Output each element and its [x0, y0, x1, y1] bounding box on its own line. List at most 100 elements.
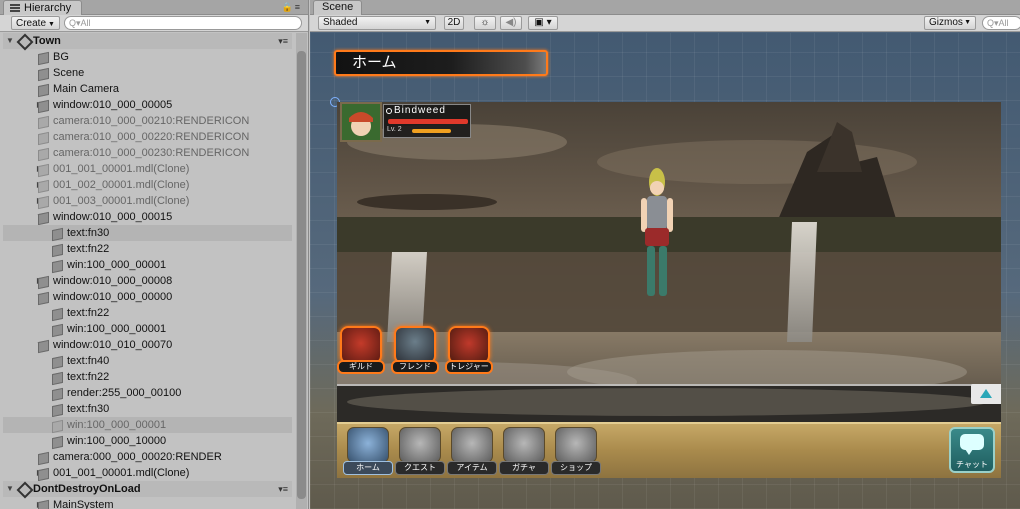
nav-gacha-button[interactable]: ガチャ — [499, 427, 551, 477]
friends-button-label: フレンド — [391, 360, 439, 374]
page-title: ホーム — [352, 54, 397, 71]
page-title-banner[interactable]: ホーム — [334, 50, 548, 76]
gameobject-cube-icon — [37, 52, 48, 63]
hierarchy-row[interactable]: ▼ window:010_010_00070 — [3, 337, 292, 353]
scene-menu-icon[interactable]: ▾≡ — [278, 481, 288, 497]
guild-button[interactable]: ギルド — [337, 326, 385, 376]
hierarchy-row[interactable]: ▶ window:010_000_00005 — [3, 97, 292, 113]
hierarchy-scrollbar[interactable] — [296, 33, 307, 509]
hierarchy-row[interactable]: win:100_000_00001 — [3, 257, 292, 273]
hierarchy-row-label: camera:010_000_00230:RENDERICON — [53, 147, 250, 159]
hierarchy-row-label: Town — [33, 35, 61, 47]
scrollbar-thumb[interactable] — [297, 51, 306, 499]
player-portrait-avatar[interactable] — [340, 102, 382, 142]
nav-home-button[interactable]: ホーム — [343, 427, 395, 477]
hierarchy-row[interactable]: camera:010_000_00210:RENDERICON — [3, 113, 292, 129]
scene-menu-icon[interactable]: ▾≡ — [278, 33, 288, 49]
gizmos-dropdown[interactable]: Gizmos ▼ — [924, 16, 976, 30]
gameobject-cube-icon — [51, 308, 62, 319]
toggle-2d-button[interactable]: 2D — [444, 16, 464, 30]
gameobject-cube-icon — [37, 148, 48, 159]
nav-item-button[interactable]: アイテム — [447, 427, 499, 477]
home-castle-icon — [347, 427, 389, 463]
hierarchy-row[interactable]: text:fn22 — [3, 369, 292, 385]
expand-up-button[interactable] — [971, 384, 1001, 404]
hierarchy-row[interactable]: text:fn30 — [3, 401, 292, 417]
hierarchy-scene-row[interactable]: ▼ Town ▾≡ — [3, 33, 292, 49]
unity-scene-icon — [17, 35, 29, 47]
gameobject-cube-icon — [51, 388, 62, 399]
hierarchy-row[interactable]: ▶ 001_001_00001.mdl(Clone) — [3, 465, 292, 481]
hierarchy-row-label: text:fn22 — [67, 371, 110, 383]
nav-quest-button[interactable]: クエスト — [395, 427, 447, 477]
hierarchy-row-label: 001_001_00001.mdl(Clone) — [53, 467, 190, 479]
lock-menu-icon[interactable]: 🔒≡ — [282, 2, 302, 13]
gameobject-cube-icon — [37, 68, 48, 79]
list-icon — [10, 4, 20, 12]
gameobject-cube-icon — [51, 436, 62, 447]
chat-button[interactable]: チャット — [949, 427, 995, 473]
nav-shop-button[interactable]: ショップ — [551, 427, 603, 477]
hierarchy-row-label: text:fn30 — [67, 227, 110, 239]
caret-down-icon: ▼ — [964, 19, 971, 26]
hierarchy-row[interactable]: win:100_000_00001 — [3, 417, 292, 433]
effects-dropdown[interactable]: ▣ ▾ — [528, 16, 558, 30]
player-status[interactable]: Bindweed Lv. 2 — [339, 102, 473, 142]
hierarchy-row[interactable]: text:fn30 — [3, 225, 292, 241]
hierarchy-row[interactable]: ▶ 001_001_00001.mdl(Clone) — [3, 161, 292, 177]
hierarchy-row[interactable]: Scene — [3, 65, 292, 81]
caret-down-icon: ▼ — [424, 19, 431, 26]
hierarchy-row[interactable]: ▶ window:010_000_00008 — [3, 273, 292, 289]
gameobject-cube-icon — [51, 260, 62, 271]
hierarchy-row-label: Scene — [53, 67, 85, 79]
hierarchy-row-label: 001_002_00001.mdl(Clone) — [53, 179, 190, 191]
hierarchy-row[interactable]: ▶ 001_003_00001.mdl(Clone) — [3, 193, 292, 209]
audio-toggle-button[interactable]: ◀) — [500, 16, 522, 30]
bottom-navigation-bar: ホーム クエスト アイテム ガチャ ショップ チャット — [337, 422, 1001, 478]
hierarchy-row-label: win:100_000_00001 — [67, 419, 167, 431]
hierarchy-row[interactable]: win:100_000_00001 — [3, 321, 292, 337]
hierarchy-row[interactable]: render:255_000_00100 — [3, 385, 292, 401]
shading-mode-label: Shaded — [323, 17, 358, 28]
hierarchy-row[interactable]: win:100_000_10000 — [3, 433, 292, 449]
scene-toolbar: Shaded ▼ 2D ☼ ◀) ▣ ▾ Gizmos ▼ Q▾All — [310, 15, 1020, 32]
friends-button[interactable]: フレンド — [391, 326, 439, 376]
hierarchy-tabbar: Hierarchy 🔒≡ — [0, 0, 308, 15]
hierarchy-scene-row[interactable]: ▼ DontDestroyOnLoad ▾≡ — [3, 481, 292, 497]
hierarchy-row-label: text:fn22 — [67, 307, 110, 319]
hierarchy-row-label: BG — [53, 51, 69, 63]
hierarchy-row[interactable]: ▼ window:010_000_00015 — [3, 209, 292, 225]
hierarchy-row[interactable]: text:fn40 — [3, 353, 292, 369]
scene-tab[interactable]: Scene — [313, 0, 363, 15]
hierarchy-row[interactable]: camera:010_000_00220:RENDERICON — [3, 129, 292, 145]
create-button[interactable]: Create ▼ — [11, 16, 60, 30]
hierarchy-row[interactable]: ▶ 001_002_00001.mdl(Clone) — [3, 177, 292, 193]
image-icon: ▣ ▾ — [534, 17, 552, 28]
hierarchy-row-label: 001_001_00001.mdl(Clone) — [53, 163, 190, 175]
expand-arrow-icon[interactable]: ▼ — [5, 33, 15, 49]
search-placeholder: All — [80, 18, 91, 28]
shop-coin-icon — [555, 427, 597, 463]
treasure-button[interactable]: トレジャー — [445, 326, 493, 376]
hierarchy-row[interactable]: BG — [3, 49, 292, 65]
hierarchy-search-input[interactable]: Q▾All — [64, 16, 302, 30]
hierarchy-row[interactable]: text:fn22 — [3, 305, 292, 321]
game-screen: Bindweed Lv. 2 ギルド フレンド トレジャー ホーム クエスト ア… — [337, 102, 1001, 478]
shading-mode-dropdown[interactable]: Shaded ▼ — [318, 16, 436, 30]
lighting-toggle-button[interactable]: ☼ — [474, 16, 496, 30]
hierarchy-row[interactable]: text:fn22 — [3, 241, 292, 257]
hierarchy-row[interactable]: camera:000_000_00020:RENDER — [3, 449, 292, 465]
expand-arrow-icon[interactable]: ▼ — [5, 481, 15, 497]
hierarchy-row[interactable]: Main Camera — [3, 81, 292, 97]
hierarchy-row-label: win:100_000_00001 — [67, 323, 167, 335]
scene-viewport[interactable]: ホーム Bindweed Lv. 2 ギルド フレンド トレジャー ホーム クエ… — [310, 33, 1020, 509]
hierarchy-row[interactable]: ▼ window:010_000_00000 — [3, 289, 292, 305]
scene-search-input[interactable]: Q▾All — [982, 16, 1020, 30]
hierarchy-tab[interactable]: Hierarchy — [3, 0, 83, 15]
player-character-sprite[interactable] — [627, 166, 687, 326]
hierarchy-row[interactable]: ▶ MainSystem — [3, 497, 292, 509]
gameobject-cube-icon — [37, 500, 48, 509]
divider — [337, 384, 1001, 386]
hierarchy-row[interactable]: camera:010_000_00230:RENDERICON — [3, 145, 292, 161]
gameobject-cube-icon — [37, 116, 48, 127]
